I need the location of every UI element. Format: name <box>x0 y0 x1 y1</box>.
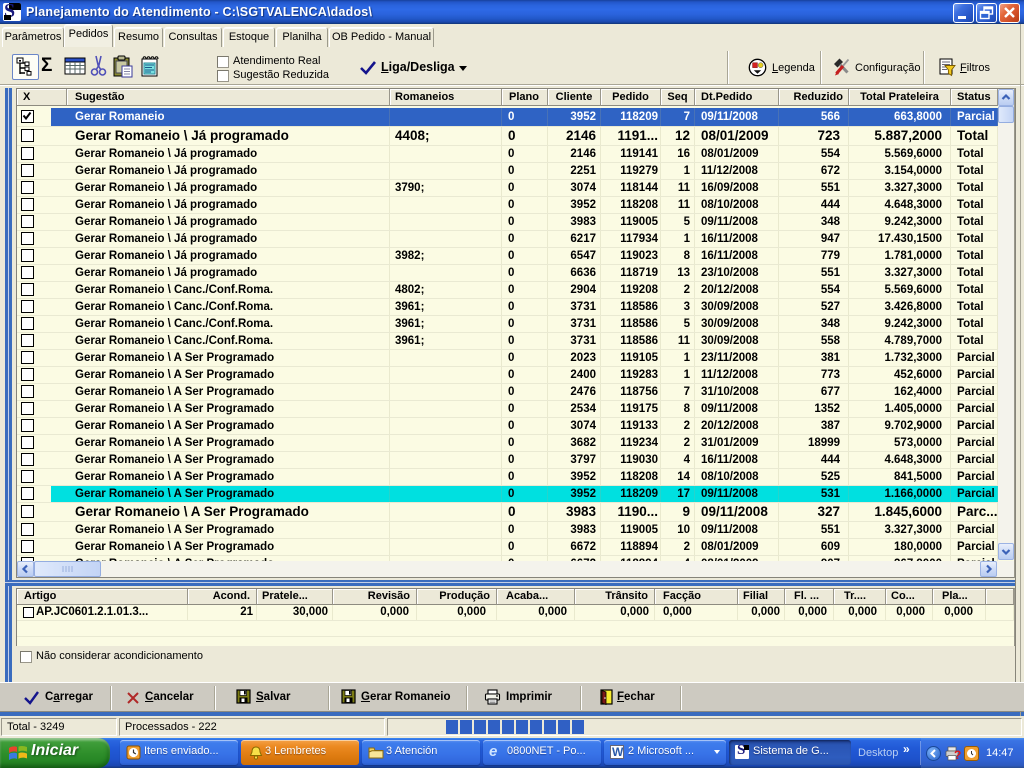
svg-text:?: ? <box>954 748 961 762</box>
